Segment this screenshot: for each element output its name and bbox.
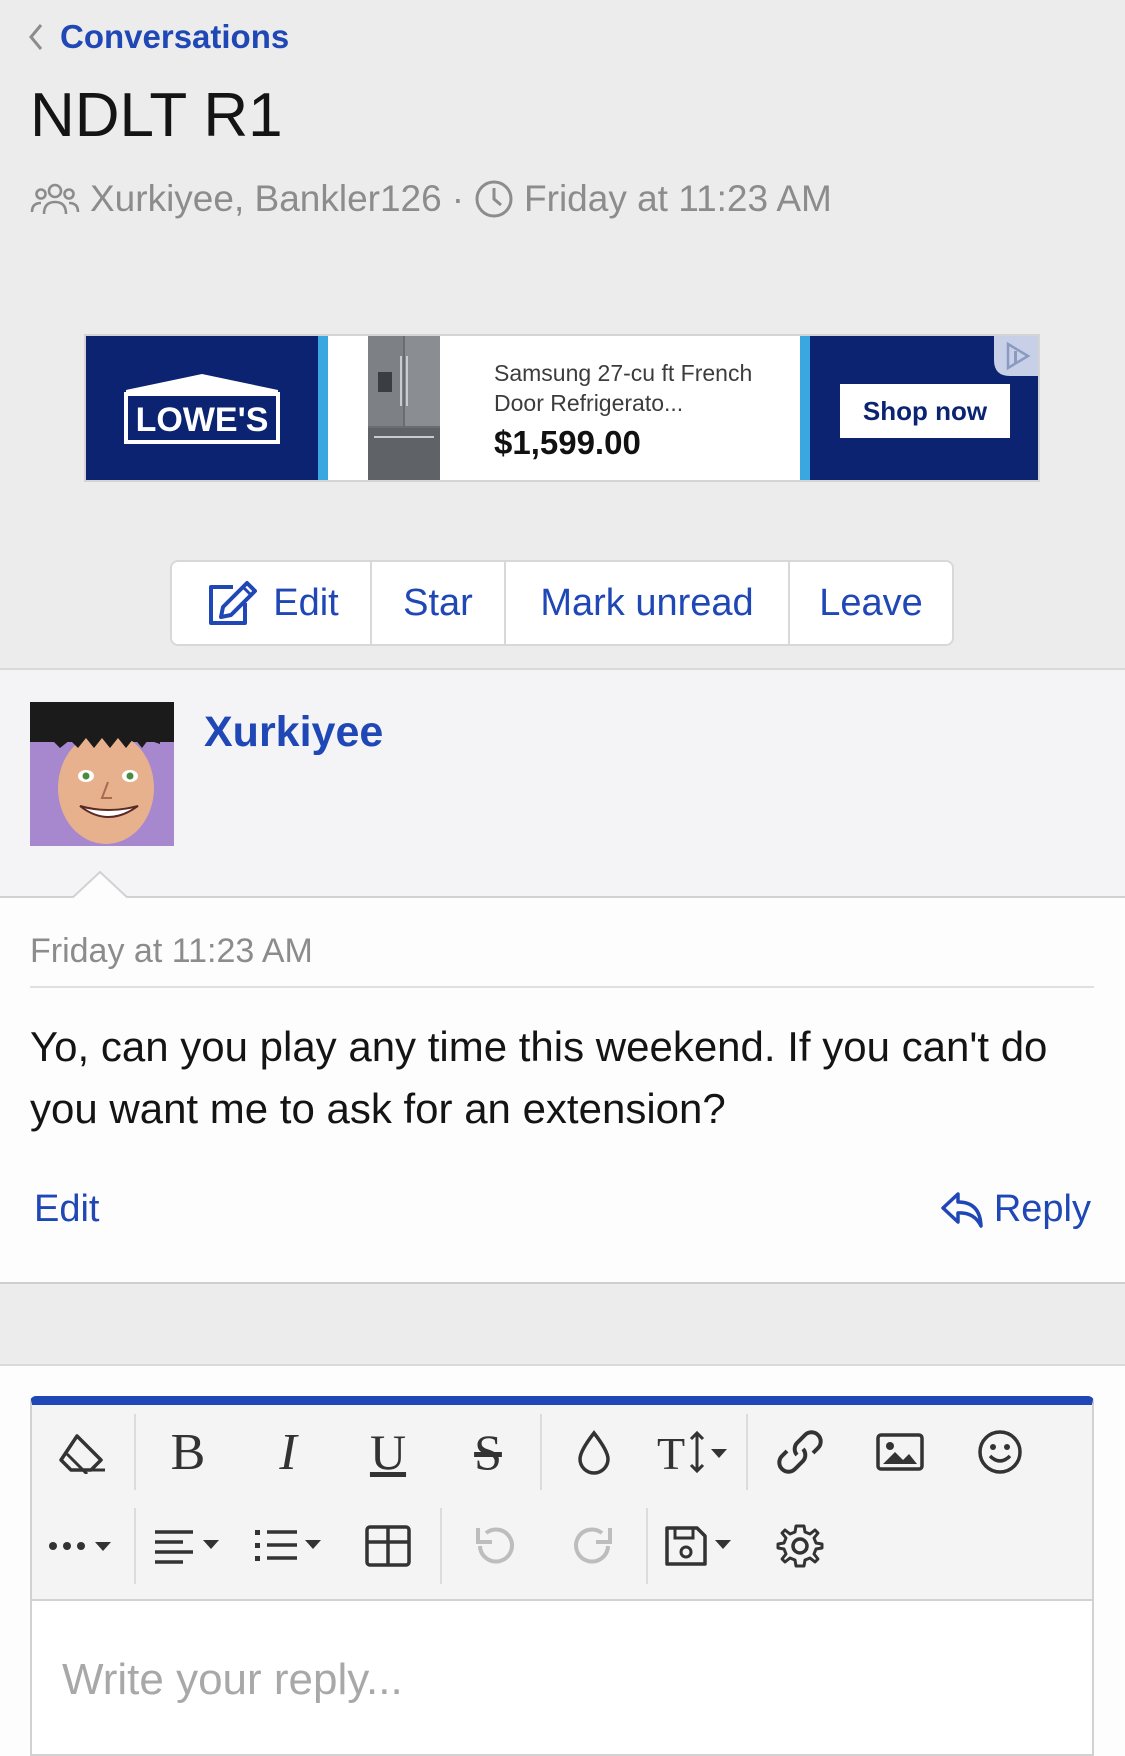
settings-icon[interactable] — [750, 1501, 850, 1591]
table-icon[interactable] — [338, 1501, 438, 1591]
ad-stripe-right — [800, 336, 810, 480]
undo-icon[interactable] — [444, 1501, 544, 1591]
save-draft-icon[interactable] — [650, 1501, 750, 1591]
avatar[interactable] — [30, 702, 174, 846]
toolbar-row-2 — [32, 1501, 1092, 1591]
smiley-icon[interactable] — [950, 1407, 1050, 1497]
toolbar-divider — [440, 1508, 442, 1584]
strikethrough-icon[interactable]: S — [438, 1407, 538, 1497]
ad-logo-panel: LOWE'S — [86, 336, 318, 480]
leave-label: Leave — [819, 581, 923, 624]
message-text: Yo, can you play any time this weekend. … — [30, 1023, 1048, 1132]
message-edit-link[interactable]: Edit — [34, 1188, 99, 1231]
toolbar-divider — [134, 1508, 136, 1584]
reply-label: Reply — [993, 1188, 1091, 1230]
eraser-icon[interactable] — [32, 1407, 132, 1497]
section-divider — [0, 1284, 1125, 1366]
bold-icon[interactable]: B — [138, 1407, 238, 1497]
message-arrow — [70, 870, 130, 900]
edit-icon — [209, 581, 258, 625]
ad-product-name: Samsung 27-cu ft French Door Refrigerato… — [494, 360, 753, 416]
reply-icon — [941, 1191, 983, 1228]
italic-icon[interactable]: I — [238, 1407, 338, 1497]
toolbar-row-1: B I U S T — [32, 1407, 1092, 1497]
message-body: Friday at 11:23 AM Yo, can you play any … — [0, 898, 1125, 1284]
ad-price: $1,599.00 — [494, 424, 641, 461]
star-button[interactable]: Star — [372, 562, 506, 644]
conversation-actions: Edit Star Mark unread Leave — [170, 560, 954, 646]
mark-unread-label: Mark unread — [540, 581, 754, 624]
list-icon[interactable] — [238, 1501, 338, 1591]
more-icon[interactable] — [32, 1501, 132, 1591]
font-size-icon[interactable]: T — [644, 1407, 744, 1497]
participants-text: Xurkiyee, Bankler126 — [90, 178, 442, 219]
conversation-title: NDLT R1 — [30, 81, 283, 150]
star-label: Star — [403, 581, 473, 624]
leave-button[interactable]: Leave — [790, 562, 952, 644]
meta-separator: · — [451, 178, 465, 219]
message-date[interactable]: Friday at 11:23 AM — [30, 932, 313, 971]
chevron-left-icon — [29, 24, 43, 50]
back-to-conversations-link[interactable]: Conversations — [26, 18, 289, 56]
svg-text:T: T — [657, 1429, 685, 1475]
underline-icon[interactable]: U — [338, 1407, 438, 1497]
mark-unread-button[interactable]: Mark unread — [506, 562, 790, 644]
image-icon[interactable] — [850, 1407, 950, 1497]
message-author-name[interactable]: Xurkiyee — [204, 708, 383, 757]
message-reply-link[interactable]: Reply — [940, 1188, 1091, 1231]
ad-stripe-left — [318, 336, 328, 480]
message-divider — [30, 986, 1094, 988]
toolbar-divider — [134, 1414, 136, 1490]
redo-icon[interactable] — [544, 1501, 644, 1591]
ad-choices-icon[interactable] — [984, 336, 1038, 376]
conversation-meta: Xurkiyee, Bankler126 · Friday at 11:23 A… — [30, 178, 832, 220]
reply-input[interactable] — [32, 1599, 1092, 1754]
refrigerator-image — [368, 336, 440, 480]
users-icon — [30, 183, 80, 215]
edit-label: Edit — [273, 581, 339, 624]
ad-banner[interactable]: LOWE'S Samsung 27-cu ft French Door Refr… — [84, 334, 1040, 482]
message-author-header: Xurkiyee — [0, 668, 1125, 898]
lowes-logo: LOWE'S — [124, 374, 280, 444]
link-icon[interactable] — [750, 1407, 850, 1497]
clock-icon — [475, 180, 513, 218]
align-icon[interactable] — [138, 1501, 238, 1591]
toolbar-divider — [746, 1414, 748, 1490]
ad-text-block: Samsung 27-cu ft French Door Refrigerato… — [494, 358, 784, 462]
conversation-start-date: Friday at 11:23 AM — [524, 178, 832, 219]
svg-text:LOWE'S: LOWE'S — [136, 401, 269, 439]
edit-conversation-button[interactable]: Edit — [172, 562, 372, 644]
reply-editor: B I U S T — [30, 1396, 1094, 1756]
text-color-icon[interactable] — [544, 1407, 644, 1497]
toolbar-divider — [540, 1414, 542, 1490]
shop-now-button[interactable]: Shop now — [840, 384, 1010, 438]
toolbar-divider — [646, 1508, 648, 1584]
back-link-label: Conversations — [60, 18, 290, 55]
